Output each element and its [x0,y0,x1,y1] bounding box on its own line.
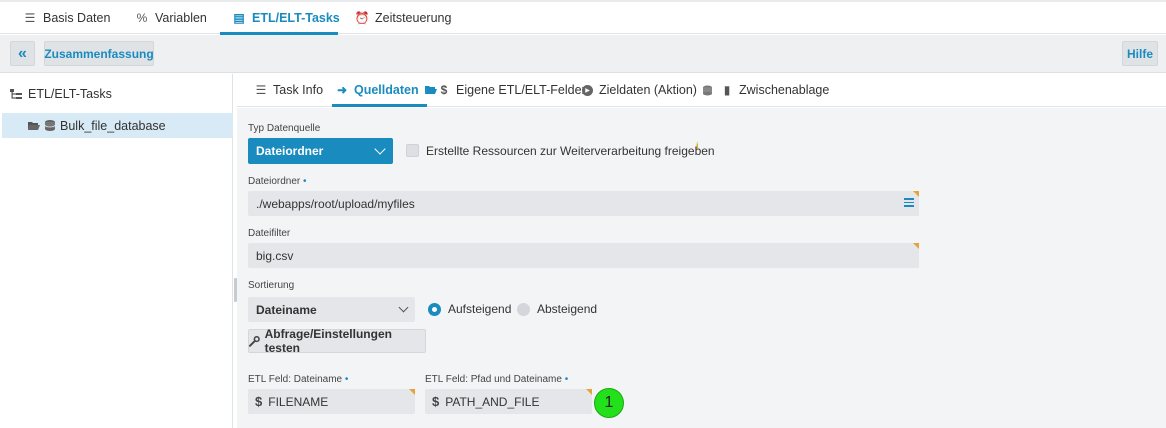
tab-etl-elt-tasks[interactable]: ▤ ETL/ELT-Tasks [233,2,340,34]
list-icon: ☰ [24,11,36,25]
tab-basis-daten[interactable]: ☰ Basis Daten [24,2,111,34]
tab-task-info[interactable]: ☰ Task Info [255,74,323,106]
corner-marker [409,389,415,395]
tab-label: Zwischenablage [739,83,830,97]
ascending-radio[interactable] [428,303,441,316]
folder-label: Dateiordner • [248,176,307,187]
tab-label: Basis Daten [43,11,111,25]
etl-filename-label: ETL Feld: Dateiname • [248,374,348,385]
database-icon [702,85,712,95]
folder-open-icon [28,121,40,130]
menu-list-icon[interactable] [904,198,914,207]
test-query-label: Abfrage/Einstellungen testen [264,327,392,355]
tab-label: Zieldaten (Aktion) [599,83,697,97]
dollar-icon: $ [440,83,448,97]
tab-label: Quelldaten [354,83,419,97]
descending-radio[interactable] [517,303,530,316]
play-circle-icon: ▶ [582,84,593,96]
tab-label: Zeitsteuerung [375,11,452,25]
top-tab-bar: ☰ Basis Daten % Variablen ▤ ETL/ELT-Task… [0,0,1166,35]
wrench-icon [249,335,260,347]
database-icon [45,120,55,131]
sorting-select[interactable]: Dateiname [248,297,415,322]
dollar-icon: $ [432,394,440,409]
etl-filename-value: FILENAME [268,394,329,409]
tasks-icon: ▤ [233,11,245,25]
tab-quelldaten[interactable]: ➜ Quelldaten [336,74,437,106]
etl-path-value: PATH_AND_FILE [445,394,540,409]
tab-label: ETL/ELT-Tasks [252,11,340,25]
etl-path-label: ETL Feld: Pfad und Dateiname • [425,374,568,385]
clipboard-icon: ▮ [723,83,731,97]
sorting-value: Dateiname [256,302,317,317]
etl-path-field[interactable]: $ PATH_AND_FILE [425,389,592,414]
tab-label: Eigene ETL/ELT-Felder [456,83,586,97]
release-resources-label: Erstellte Ressourcen zur Weiterverarbeit… [426,144,715,158]
etl-path-label-text: ETL Feld: Pfad und Dateiname [425,374,562,385]
source-type-select[interactable]: Dateiordner [248,138,393,164]
tab-zeitsteuerung[interactable]: ⏰ Zeitsteuerung [354,2,452,34]
sub-tab-bar: ☰ Task Info ➜ Quelldaten $ Eigene ETL/EL… [237,74,1166,107]
source-type-value: Dateiordner [256,144,324,158]
collapse-button[interactable]: « [10,41,35,66]
alarm-clock-icon: ⏰ [354,11,370,25]
info-icon[interactable]: i [696,141,699,151]
sign-in-icon: ➜ [336,83,348,97]
corner-marker [913,191,919,197]
dollar-icon: $ [255,394,263,409]
folder-input[interactable]: ./webapps/root/upload/myfiles [248,191,919,216]
list-icon: ☰ [255,83,267,97]
ascending-label: Aufsteigend [448,302,512,316]
tab-label: Task Info [273,83,324,97]
required-marker: • [344,374,349,385]
sorting-label: Sortierung [248,280,295,291]
tab-zwischenablage[interactable]: ▮ Zwischenablage [721,74,830,106]
tree-item-bulk-file-database[interactable]: Bulk_file_database [2,113,233,138]
double-chevron-left-icon: « [18,44,27,62]
folder-open-icon [424,86,437,94]
tab-label: Variablen [155,11,207,25]
corner-marker [913,243,919,249]
required-marker: • [303,176,307,187]
chevron-down-icon [374,143,386,155]
source-type-label: Typ Datenquelle [248,123,321,134]
tree-root[interactable]: ETL/ELT-Tasks [10,87,112,101]
filter-input[interactable]: big.csv [248,243,919,268]
tab-variablen[interactable]: % Variablen [136,2,207,34]
etl-filename-label-text: ETL Feld: Dateiname [248,374,343,385]
tree-structure-icon [10,88,22,99]
chevron-down-icon [398,302,409,313]
toolbar: « Zusammenfassung Hilfe [0,35,1166,73]
folder-label-text: Dateiordner [248,176,301,187]
task-tree: ETL/ELT-Tasks Bulk_file_database [0,74,233,428]
percent-icon: % [136,11,148,25]
tab-zieldaten-aktion[interactable]: ▶ Zieldaten (Aktion) [582,74,712,106]
filter-value: big.csv [256,248,294,263]
descending-label: Absteigend [537,302,598,316]
tree-item-label: Bulk_file_database [60,118,166,133]
annotation-badge: 1 [594,388,624,418]
summary-button[interactable]: Zusammenfassung [44,41,154,66]
tab-eigene-etl-elt-felder[interactable]: $ Eigene ETL/ELT-Felder [438,74,586,106]
corner-marker [586,389,592,395]
filter-label: Dateifilter [248,228,291,239]
active-subtab-indicator [332,104,427,107]
release-resources-checkbox[interactable] [406,144,419,157]
tree-root-label: ETL/ELT-Tasks [28,87,112,101]
help-button[interactable]: Hilfe [1122,41,1158,66]
test-query-button[interactable]: Abfrage/Einstellungen testen [248,327,426,355]
required-marker: • [564,374,569,385]
folder-value: ./webapps/root/upload/myfiles [256,196,415,211]
etl-filename-field[interactable]: $ FILENAME [248,389,415,414]
